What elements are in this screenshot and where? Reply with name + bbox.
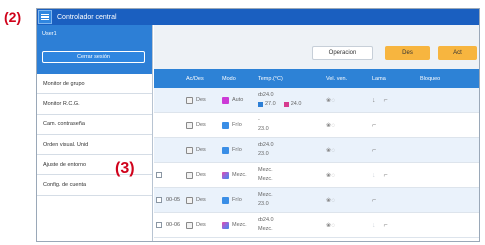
- setpoint: Mezc.: [258, 226, 273, 232]
- fan-speed-icon: ❀◌: [326, 147, 336, 154]
- unit-table: Ac/Des Modo Temp.(°C) Vel. ven. Lama Blo…: [154, 69, 479, 241]
- header-temp: Temp.(°C): [258, 75, 283, 82]
- table-row[interactable]: Des Frío - 23.0 ❀◌ ⌐: [154, 113, 479, 138]
- setpoint: Mezc.: [258, 176, 273, 182]
- mixed-mode-icon: [222, 221, 229, 229]
- annotation-2: (2): [4, 9, 22, 25]
- mode-value: Frío: [232, 147, 242, 153]
- louver-icon: ↓: [372, 221, 376, 229]
- fan-speed-icon: ❀◌: [326, 197, 336, 204]
- heat-setpoint: 24.0: [290, 101, 302, 107]
- on-button[interactable]: Act: [438, 46, 477, 60]
- onoff-value: Des: [196, 97, 206, 103]
- cool-mode-icon: [222, 196, 229, 204]
- table-header: Ac/Des Modo Temp.(°C) Vel. ven. Lama Blo…: [154, 69, 479, 88]
- menu-item-change-password[interactable]: Cam. contraseña: [37, 114, 152, 135]
- room-temp: -: [258, 117, 260, 123]
- row-checkbox[interactable]: [156, 222, 162, 228]
- room-temp: Mezc.: [258, 192, 273, 198]
- louver-icon: ⌐: [372, 146, 377, 154]
- room-temp: 24.0: [262, 217, 274, 223]
- table-row[interactable]: Des Mezc. Mezc. Mezc. ❀◌ ↓ ⌐: [154, 163, 479, 188]
- mode-value: Frío: [232, 122, 242, 128]
- header-louver: Lama: [372, 75, 386, 82]
- louver-icon: ↓: [372, 96, 376, 104]
- header-fan: Vel. ven.: [326, 75, 348, 82]
- cool-setpoint: 27.0: [265, 101, 276, 107]
- toolbar: Operacion Des Act: [154, 25, 479, 69]
- app-window: Controlador central User1 Cerrar sesión …: [36, 8, 480, 242]
- user-name: User1: [42, 31, 57, 37]
- menu-item-unit-order[interactable]: Orden visual. Unid: [37, 134, 152, 156]
- louver-swing-icon: ⌐: [383, 221, 388, 229]
- setpoint: 23.0: [258, 151, 269, 157]
- louver-icon: ↓: [372, 171, 376, 179]
- mode-value: Mezc.: [232, 222, 247, 228]
- louver-swing-icon: ⌐: [383, 171, 388, 179]
- table-row[interactable]: 00-05 Des Frío Mezc. 23.0 ❀◌ ⌐: [154, 188, 479, 213]
- header-mode: Modo: [222, 75, 236, 82]
- mode-value: Auto: [232, 97, 244, 103]
- auto-mode-icon: [222, 96, 229, 104]
- power-icon: [186, 221, 193, 229]
- menu-item-group-monitor[interactable]: Monitor de grupo: [37, 74, 152, 95]
- unit-id: 00-06: [166, 222, 181, 228]
- side-menu: User1 Cerrar sesión Monitor de grupo Mon…: [37, 25, 153, 241]
- cool-setpoint-icon: [258, 102, 263, 107]
- power-icon: [186, 146, 193, 154]
- fan-speed-icon: ❀◌: [326, 222, 336, 229]
- hamburger-menu-icon[interactable]: [38, 10, 52, 24]
- row-checkbox[interactable]: [156, 197, 162, 203]
- fan-speed-icon: ❀◌: [326, 122, 336, 129]
- onoff-value: Des: [196, 197, 206, 203]
- mixed-mode-icon: [222, 171, 229, 179]
- table-row[interactable]: 00-06 Des Mezc. ȸ 24.0 Mezc. ❀◌ ↓ ⌐: [154, 213, 479, 238]
- menu-item-account-config[interactable]: Config. de cuenta: [37, 175, 152, 196]
- power-icon: [186, 196, 193, 204]
- table-row[interactable]: Des Auto ȸ 24.0 27.0 24.0 ❀◌ ↓ ⌐: [154, 88, 479, 113]
- unit-id: 00-05: [166, 197, 181, 203]
- room-temp: 24.0: [262, 92, 274, 98]
- fan-speed-icon: ❀◌: [326, 172, 336, 179]
- power-icon: [186, 121, 193, 129]
- menu-item-rcg-monitor[interactable]: Monitor R.C.G.: [37, 94, 152, 115]
- row-checkbox[interactable]: [156, 172, 162, 178]
- setpoint: 23.0: [258, 126, 269, 132]
- off-button[interactable]: Des: [385, 46, 430, 60]
- annotation-3: (3): [115, 160, 135, 177]
- setpoint: 23.0: [258, 201, 269, 207]
- room-temp: 24.0: [262, 142, 274, 148]
- onoff-value: Des: [196, 122, 206, 128]
- table-row[interactable]: Des Frío ȸ 24.0 23.0 ❀◌ ⌐: [154, 138, 479, 163]
- operation-button[interactable]: Operacion: [312, 46, 373, 60]
- mode-value: Frío: [232, 197, 242, 203]
- power-icon: [186, 171, 193, 179]
- heat-setpoint-icon: [283, 102, 289, 107]
- louver-icon: ⌐: [372, 196, 377, 204]
- louver-icon: ⌐: [372, 121, 377, 129]
- onoff-value: Des: [196, 172, 206, 178]
- onoff-value: Des: [196, 147, 206, 153]
- onoff-value: Des: [196, 222, 206, 228]
- mode-value: Mezc.: [232, 172, 247, 178]
- room-temp: Mezc.: [258, 167, 273, 173]
- fan-speed-icon: ❀◌: [326, 97, 336, 104]
- title-bar: Controlador central: [37, 9, 479, 25]
- app-title: Controlador central: [57, 13, 117, 21]
- user-panel: User1 Cerrar sesión: [37, 25, 152, 74]
- cool-mode-icon: [222, 121, 229, 129]
- header-lock: Bloqueo: [420, 75, 441, 82]
- menu-item-environment[interactable]: Ajuste de entorno: [37, 155, 152, 176]
- header-onoff: Ac/Des: [186, 75, 204, 82]
- power-icon: [186, 96, 193, 104]
- logout-button[interactable]: Cerrar sesión: [42, 51, 145, 63]
- louver-swing-icon: ⌐: [383, 96, 388, 104]
- cool-mode-icon: [222, 146, 229, 154]
